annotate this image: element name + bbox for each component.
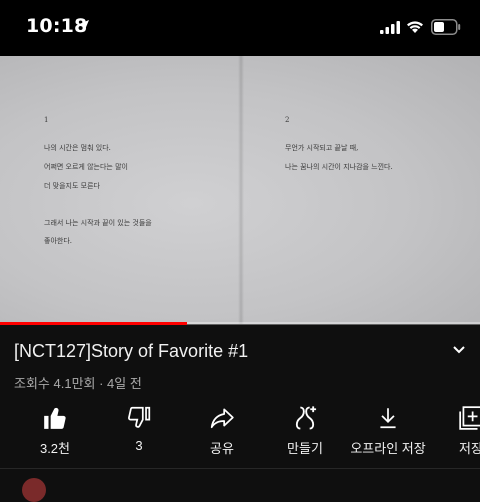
thumbs-up-icon	[44, 407, 66, 429]
share-button[interactable]: 공유	[177, 404, 267, 457]
offline-save-button[interactable]: 오프라인 저장	[343, 404, 433, 457]
left-page-line: 좋아한다.	[44, 237, 72, 245]
left-page-line: 나의 시간은 멈춰 있다.	[44, 144, 111, 152]
left-page-number: 1	[44, 116, 49, 124]
book-spine	[238, 56, 244, 324]
download-icon	[380, 408, 396, 429]
video-progress-bar[interactable]	[0, 322, 480, 325]
status-bar: 10:18	[0, 0, 480, 56]
dislike-button[interactable]: 3	[94, 404, 184, 453]
save-label: 저장	[459, 441, 480, 456]
left-page-line: 더 맞을지도 모른다	[44, 182, 100, 190]
dislike-count: 3	[135, 438, 143, 453]
thumbs-down-icon	[128, 406, 151, 428]
like-count: 3.2천	[39, 441, 71, 456]
battery-icon	[431, 19, 461, 35]
section-divider	[0, 468, 480, 469]
right-page-line: 무언가 시작되고 끝날 때,	[285, 144, 359, 152]
video-title[interactable]: [NCT127]Story of Favorite #1	[14, 341, 248, 362]
save-to-playlist-icon	[459, 406, 480, 430]
video-player[interactable]: 1 나의 시간은 멈춰 있다. 어쩌면 오르게 않는다는 말이 더 맞을지도 모…	[0, 56, 480, 324]
wifi-icon	[407, 21, 423, 33]
create-button[interactable]: 만들기	[260, 404, 350, 457]
left-page-line: 어쩌면 오르게 않는다는 말이	[44, 163, 128, 171]
right-page-number: 2	[285, 116, 290, 124]
like-button[interactable]: 3.2천	[10, 404, 100, 457]
create-label: 만들기	[287, 441, 323, 456]
create-remix-icon	[295, 406, 317, 430]
left-page-line: 그래서 나는 시작과 끝이 있는 것들을	[44, 219, 152, 227]
offline-save-label: 오프라인 저장	[350, 441, 426, 456]
right-page-line: 나는 꿈나의 시간이 지나감을 느낀다.	[285, 163, 393, 171]
video-meta: 조회수 4.1만회 · 4일 전	[14, 376, 142, 391]
video-progress-fill	[0, 322, 188, 325]
save-button[interactable]: 저장	[426, 404, 480, 457]
share-icon	[210, 408, 234, 429]
channel-avatar[interactable]	[22, 478, 46, 502]
location-arrow-icon	[77, 20, 89, 32]
share-label: 공유	[210, 441, 234, 456]
cellular-signal-icon	[380, 21, 400, 34]
chevron-down-icon[interactable]	[451, 344, 467, 356]
